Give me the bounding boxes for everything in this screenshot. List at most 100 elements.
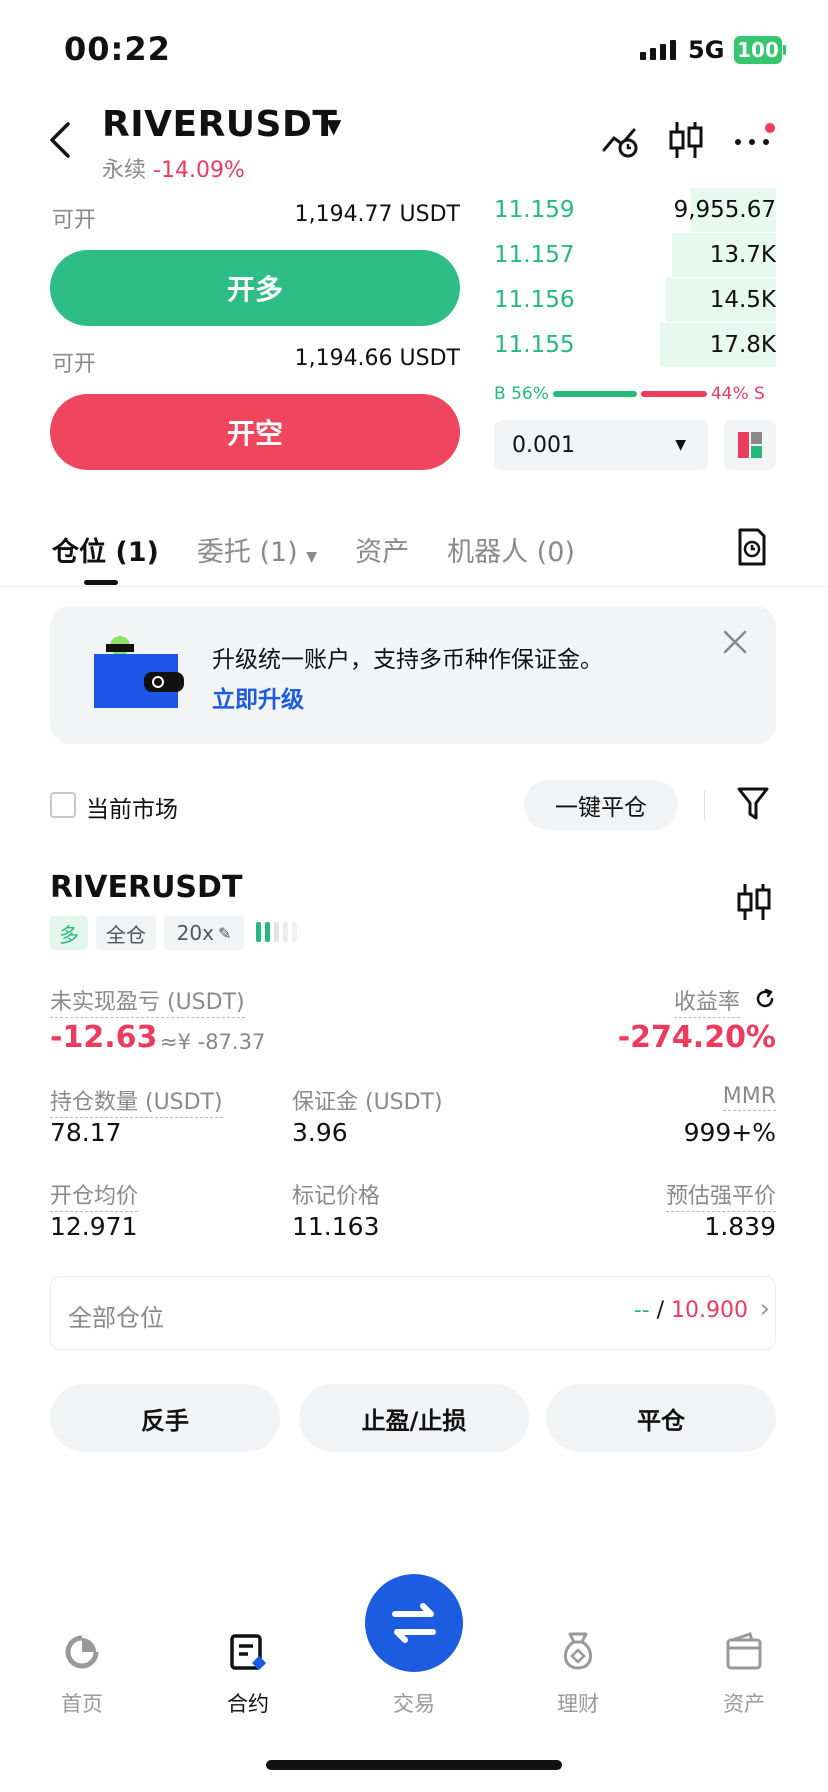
liq-price-label[interactable]: 预估强平价 (665, 1178, 776, 1212)
tab-bots[interactable]: 机器人 (0) (447, 530, 575, 569)
pnl-label[interactable]: 未实现盈亏 (USDT) (50, 984, 245, 1018)
symbol-dropdown-icon[interactable]: ▼ (326, 114, 341, 138)
margin-value: 3.96 (292, 1118, 348, 1147)
open-short-button[interactable]: 开空 (50, 394, 460, 470)
layout-icon (738, 432, 762, 458)
mmr-value: 999+% (683, 1118, 776, 1147)
signal-icon (640, 40, 676, 60)
contract-subtitle: 永续 -14.09% (102, 152, 245, 184)
more-icon[interactable] (732, 120, 776, 164)
current-market-label[interactable]: 当前市场 (86, 790, 178, 824)
edit-icon: ✎ (217, 923, 232, 943)
stop-loss-value: 10.900 (671, 1298, 748, 1323)
swap-icon (392, 1603, 436, 1643)
close-all-button[interactable]: 一键平仓 (524, 780, 678, 830)
current-market-checkbox[interactable] (50, 792, 76, 818)
roe-value: -274.20% (617, 1020, 776, 1055)
battery-tip (783, 45, 786, 55)
order-book-price: 11.157 (494, 242, 575, 268)
roe-label[interactable]: 收益率 (673, 984, 740, 1018)
available-long-value: 1,194.77 USDT (294, 202, 460, 227)
available-short-label: 可开 (52, 352, 97, 377)
chevron-down-icon: ▼ (675, 437, 686, 453)
earn-icon[interactable] (558, 1630, 598, 1676)
close-position-button[interactable]: 平仓 (546, 1384, 776, 1452)
upgrade-link[interactable]: 立即升级 (212, 680, 304, 714)
order-book-size: 14.5K (709, 287, 776, 313)
adl-indicator (256, 922, 297, 942)
back-icon[interactable] (48, 120, 72, 168)
leverage-value: 20x (176, 921, 214, 945)
roe-header: 收益率 (673, 984, 776, 1018)
order-book-layout-button[interactable] (724, 420, 776, 470)
home-icon[interactable] (62, 1632, 102, 1676)
tpsl-separator: / (649, 1298, 672, 1323)
network-label: 5G (688, 36, 725, 64)
filter-divider (704, 790, 705, 820)
nav-home[interactable]: 首页 (32, 1688, 132, 1718)
order-book-price: 11.159 (494, 197, 575, 223)
leverage-tag[interactable]: 20x ✎ (164, 916, 244, 950)
price-alert-icon[interactable] (600, 120, 640, 164)
available-short-value: 1,194.66 USDT (294, 346, 460, 371)
status-time: 00:22 (64, 30, 171, 68)
filter-icon[interactable] (736, 786, 770, 826)
position-size-value: 78.17 (50, 1118, 122, 1147)
battery-icon: 100 (734, 36, 782, 64)
wallet-icon[interactable] (724, 1632, 764, 1676)
nav-trade[interactable]: 交易 (364, 1688, 464, 1718)
order-book-row[interactable]: 11.159 9,955.67 (494, 188, 776, 232)
candlestick-chart-icon[interactable] (668, 120, 704, 164)
position-size-label[interactable]: 持仓数量 (USDT) (50, 1084, 223, 1118)
entry-price-label[interactable]: 开仓均价 (50, 1178, 139, 1212)
sell-ratio-bar (640, 391, 707, 397)
sell-ratio-label: 44% S (710, 384, 765, 404)
nav-earn[interactable]: 理财 (528, 1688, 628, 1718)
margin-label: 保证金 (USDT) (292, 1090, 443, 1115)
trade-fab-button[interactable] (365, 1574, 463, 1672)
tab-orders-label: 委托 (1) (196, 537, 298, 568)
order-history-icon[interactable] (736, 528, 768, 570)
chevron-right-icon: › (759, 1294, 770, 1324)
mark-price-label: 标记价格 (292, 1184, 381, 1209)
price-precision-select[interactable]: 0.001 ▼ (494, 420, 708, 470)
pnl-value: -12.63 (50, 1020, 158, 1055)
nav-futures[interactable]: 合约 (198, 1688, 298, 1718)
close-icon[interactable] (722, 624, 748, 664)
wallet-illustration-icon (92, 634, 188, 718)
buy-sell-ratio: B 56% 44% S (494, 382, 776, 406)
nav-assets[interactable]: 资产 (694, 1688, 794, 1718)
tab-assets[interactable]: 资产 (355, 530, 409, 569)
symbol-title[interactable]: RIVERUSDT (102, 104, 337, 145)
reverse-button[interactable]: 反手 (50, 1384, 280, 1452)
position-tabs: 仓位 (1) 委托 (1) ▼ 资产 机器人 (0) (52, 530, 575, 569)
order-book-size: 17.8K (709, 332, 776, 358)
buy-ratio-bar (552, 391, 637, 397)
mark-price-value: 11.163 (292, 1212, 380, 1241)
order-book-row[interactable]: 11.157 13.7K (494, 233, 776, 277)
available-long-label: 可开 (52, 208, 97, 233)
margin-mode-tag[interactable]: 全仓 (96, 916, 156, 950)
price-precision-value: 0.001 (512, 432, 575, 458)
tabs-divider (0, 586, 828, 587)
candlestick-chart-icon[interactable] (736, 882, 772, 926)
buy-ratio-label: B 56% (494, 384, 549, 404)
order-book-row[interactable]: 11.155 17.8K (494, 323, 776, 367)
order-book-size: 9,955.67 (673, 197, 776, 223)
pnl-cny-value: ≈¥ -87.37 (160, 1030, 266, 1054)
share-icon[interactable] (754, 988, 776, 1014)
all-positions-label: 全部仓位 (68, 1304, 164, 1332)
tpsl-button[interactable]: 止盈/止损 (299, 1384, 529, 1452)
order-book-row[interactable]: 11.156 14.5K (494, 278, 776, 322)
tab-positions[interactable]: 仓位 (1) (52, 530, 159, 569)
all-positions-tpsl: -- / 10.900 (634, 1298, 748, 1323)
price-change: -14.09% (153, 158, 245, 183)
position-symbol[interactable]: RIVERUSDT (50, 870, 242, 905)
open-long-button[interactable]: 开多 (50, 250, 460, 326)
order-book-price: 11.156 (494, 287, 575, 313)
contract-icon[interactable] (228, 1632, 268, 1676)
contract-type: 永续 (102, 158, 147, 183)
tab-orders[interactable]: 委托 (1) ▼ (197, 530, 317, 569)
chevron-down-icon: ▼ (306, 549, 318, 565)
mmr-label[interactable]: MMR (722, 1084, 776, 1111)
